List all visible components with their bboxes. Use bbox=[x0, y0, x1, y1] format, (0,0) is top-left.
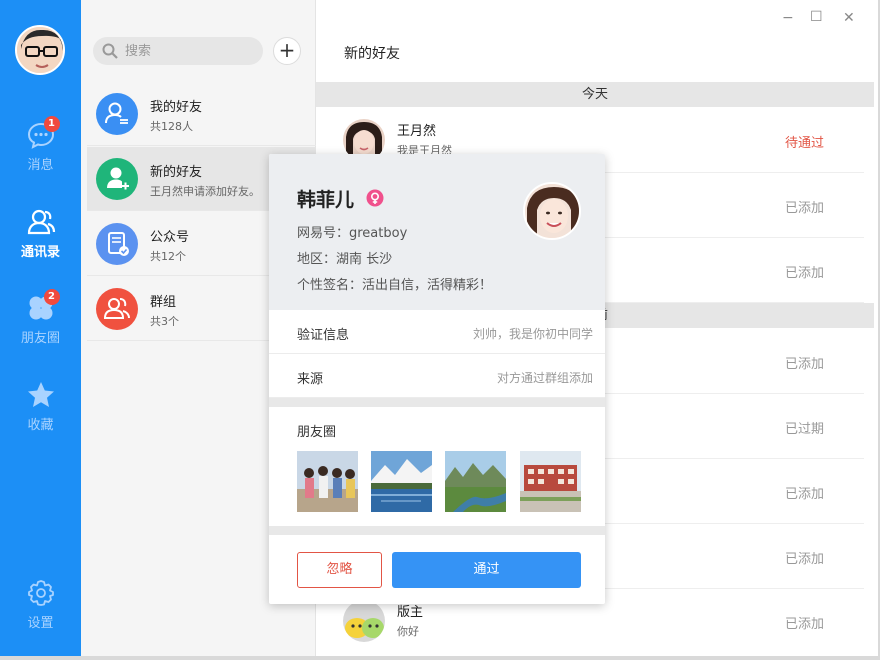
contact-group-title: 我的好友 bbox=[150, 100, 203, 115]
search-icon bbox=[102, 43, 118, 59]
profile-card-popup: 韩菲儿 网易号：greatboy 地区：湖南 长沙 个性签名：活出自信，活得精彩… bbox=[269, 154, 605, 604]
ignore-button[interactable]: 忽略 bbox=[297, 552, 382, 588]
group-icon bbox=[96, 288, 138, 330]
contacts-icon bbox=[26, 207, 56, 237]
contact-group-subtitle: 共128人 bbox=[150, 120, 193, 133]
request-message: 你好 bbox=[397, 625, 419, 638]
requester-name: 王月然 bbox=[397, 124, 437, 139]
approve-button[interactable]: 通过 bbox=[392, 552, 581, 588]
profile-photo bbox=[523, 182, 581, 240]
maximize-button[interactable]: ☐ bbox=[810, 9, 823, 25]
request-status: 已添加 bbox=[785, 552, 825, 567]
official-account-icon bbox=[96, 223, 138, 265]
profile-netease-id: 网易号：greatboy bbox=[297, 226, 408, 241]
source-label: 来源 bbox=[297, 372, 324, 387]
contact-group-title: 群组 bbox=[150, 295, 177, 310]
contact-group-title: 新的好友 bbox=[150, 165, 203, 180]
add-friend-icon bbox=[96, 158, 138, 200]
rail-label-settings: 设置 bbox=[27, 616, 54, 631]
contact-group-subtitle: 共12个 bbox=[150, 250, 186, 263]
profile-name: 韩菲儿 bbox=[297, 189, 355, 211]
source-value: 对方通过群组添加 bbox=[496, 371, 593, 385]
rail-item-contacts[interactable]: 通讯录 bbox=[0, 207, 81, 260]
search-box[interactable] bbox=[93, 37, 263, 65]
moments-label: 朋友圈 bbox=[297, 425, 337, 440]
rail-label-contacts: 通讯录 bbox=[20, 245, 60, 260]
day-divider-today: 今天 bbox=[316, 82, 874, 107]
moments-thumbnail[interactable] bbox=[445, 451, 506, 512]
profile-signature: 个性签名：活出自信，活得精彩！ bbox=[297, 278, 493, 293]
close-button[interactable]: ✕ bbox=[843, 10, 855, 26]
moments-badge: 2 bbox=[43, 289, 60, 305]
messages-badge: 1 bbox=[43, 116, 60, 132]
section-divider bbox=[269, 526, 605, 535]
request-status: 已添加 bbox=[785, 201, 825, 216]
request-status: 已添加 bbox=[785, 357, 825, 372]
page-title: 新的好友 bbox=[344, 46, 400, 62]
rail-label-favorites: 收藏 bbox=[27, 418, 54, 433]
chat-bubble-icon: 1 bbox=[26, 116, 60, 150]
section-divider bbox=[269, 398, 605, 407]
verify-info-label: 验证信息 bbox=[297, 328, 350, 343]
source-row: 来源 对方通过群组添加 bbox=[269, 354, 605, 398]
contact-group-friends[interactable]: 我的好友 共128人 bbox=[87, 82, 316, 146]
request-status: 已添加 bbox=[785, 266, 825, 281]
rail-item-favorites[interactable]: 收藏 bbox=[0, 380, 81, 433]
verify-info-row: 验证信息 刘帅，我是你初中同学 bbox=[269, 310, 605, 354]
verify-info-value: 刘帅，我是你初中同学 bbox=[472, 327, 593, 341]
moments-thumbnail[interactable] bbox=[297, 451, 358, 512]
rail-item-moments[interactable]: 2 朋友圈 bbox=[0, 289, 81, 346]
rail-item-messages[interactable]: 1 消息 bbox=[0, 116, 81, 173]
moments-thumbnail[interactable] bbox=[371, 451, 432, 512]
search-input[interactable] bbox=[125, 42, 255, 60]
rail-item-settings[interactable]: 设置 bbox=[0, 578, 81, 631]
profile-region: 地区：湖南 长沙 bbox=[297, 252, 393, 267]
gear-icon bbox=[26, 578, 56, 608]
rail-label-moments: 朋友圈 bbox=[20, 331, 60, 346]
nav-rail: 1 消息 通讯录 2 朋友圈 收藏 设置 bbox=[0, 0, 81, 660]
request-status: 已过期 bbox=[785, 422, 825, 437]
star-icon bbox=[26, 380, 56, 410]
contact-group-subtitle: 共3个 bbox=[150, 315, 179, 328]
user-avatar[interactable] bbox=[15, 25, 65, 75]
minimize-button[interactable]: − bbox=[782, 10, 794, 26]
request-status: 已添加 bbox=[785, 487, 825, 502]
window-border-bottom bbox=[0, 656, 880, 660]
request-status[interactable]: 待通过 bbox=[785, 132, 824, 151]
clover-icon: 2 bbox=[26, 289, 60, 323]
female-icon bbox=[366, 189, 384, 207]
moments-thumbnail[interactable] bbox=[520, 451, 581, 512]
contact-group-title: 公众号 bbox=[150, 230, 190, 245]
contact-group-subtitle: 王月然申请添加好友。 bbox=[150, 185, 260, 198]
requester-avatar bbox=[343, 600, 385, 642]
friends-icon bbox=[96, 93, 138, 135]
add-contact-button[interactable]: + bbox=[273, 37, 301, 65]
request-status: 已添加 bbox=[785, 617, 825, 632]
rail-label-messages: 消息 bbox=[27, 158, 54, 173]
